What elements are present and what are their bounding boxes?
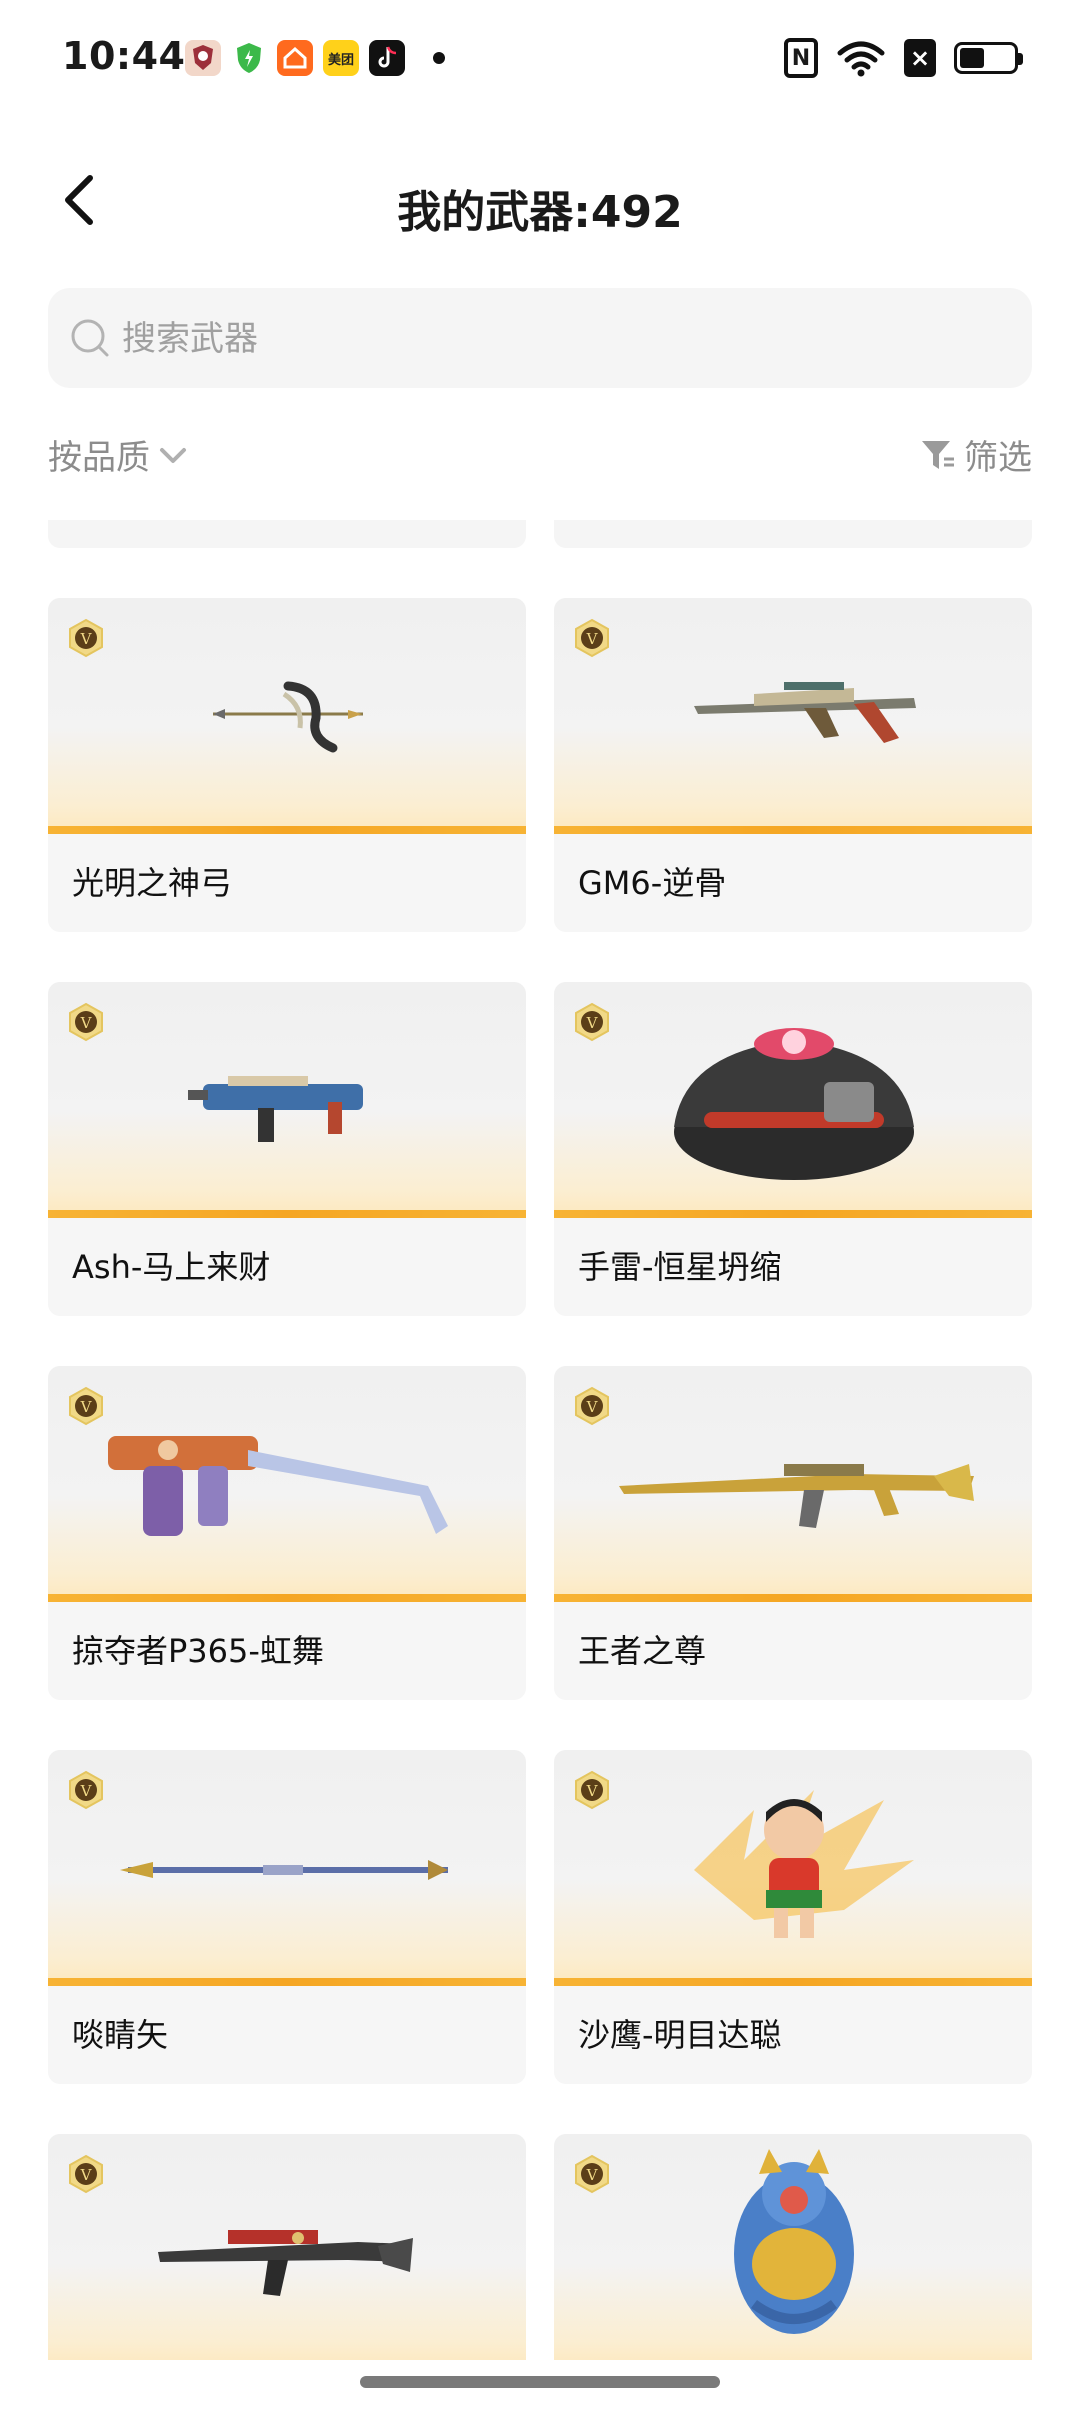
quality-v-badge-icon: V bbox=[575, 1386, 609, 1426]
svg-text:V: V bbox=[80, 1782, 93, 1800]
filter-label: 筛选 bbox=[964, 438, 1032, 478]
quality-v-badge-icon: V bbox=[575, 618, 609, 658]
status-time: 10:44 bbox=[62, 34, 186, 78]
meituan-icon: 美团 bbox=[323, 40, 359, 76]
weapon-card[interactable]: V 王者之尊 bbox=[554, 1366, 1032, 1700]
weapon-card[interactable]: V Ash-马上来财 bbox=[48, 982, 526, 1316]
weapon-card[interactable]: V 啖睛矢 bbox=[48, 1750, 526, 2084]
chevron-down-icon bbox=[160, 447, 186, 463]
weapon-name: 手雷-恒星坍缩 bbox=[578, 1248, 782, 1286]
weapon-image: V bbox=[554, 2134, 1032, 2360]
security-shield-icon bbox=[231, 40, 267, 76]
page-header: 我的武器:492 bbox=[0, 140, 1080, 260]
sort-by-quality-button[interactable]: 按品质 bbox=[48, 430, 190, 479]
quality-v-badge-icon: V bbox=[69, 1770, 103, 1810]
weapon-card[interactable]: V bbox=[48, 2134, 526, 2360]
weapon-name: 掠夺者P365-虹舞 bbox=[72, 1632, 324, 1670]
weapon-card[interactable]: V 掠夺者P365-虹舞 bbox=[48, 1366, 526, 1700]
sort-label: 按品质 bbox=[48, 438, 150, 478]
weapon-name: 沙鹰-明目达聪 bbox=[578, 2016, 782, 2054]
weapon-card[interactable]: V bbox=[554, 2134, 1032, 2360]
status-bar: 10:44 美团 N × bbox=[0, 0, 1080, 120]
weapon-card[interactable]: V 手雷-恒星坍缩 bbox=[554, 982, 1032, 1316]
wifi-icon bbox=[837, 41, 885, 77]
filter-button[interactable]: 筛选 bbox=[920, 430, 1032, 479]
search-input[interactable] bbox=[120, 288, 1004, 390]
game-app-icon bbox=[185, 40, 221, 76]
battery-icon bbox=[954, 42, 1023, 74]
home-app-icon bbox=[277, 40, 313, 76]
status-app-icons: 美团 bbox=[185, 40, 445, 76]
weapon-name: Ash-马上来财 bbox=[72, 1248, 271, 1286]
dragon-figure-icon bbox=[734, 2149, 854, 2334]
weapon-card[interactable]: V GM6-逆骨 bbox=[554, 598, 1032, 932]
filter-row: 按品质 筛选 bbox=[48, 430, 1032, 494]
quality-v-badge-icon: V bbox=[69, 1386, 103, 1426]
svg-text:V: V bbox=[80, 1398, 93, 1416]
weapon-name: GM6-逆骨 bbox=[578, 864, 727, 902]
svg-text:V: V bbox=[80, 630, 93, 648]
quality-v-badge-icon: V bbox=[575, 2154, 609, 2194]
pistol-stock-icon bbox=[108, 1436, 448, 1536]
page-title: 我的武器:492 bbox=[397, 187, 683, 238]
svg-text:V: V bbox=[586, 630, 599, 648]
smg-icon bbox=[188, 1076, 363, 1142]
partial-card-top-right[interactable] bbox=[554, 520, 1032, 548]
bow-icon bbox=[213, 681, 363, 753]
svg-text:V: V bbox=[586, 1014, 599, 1032]
filter-funnel-icon bbox=[922, 440, 954, 469]
weapon-name: 啖睛矢 bbox=[72, 2016, 169, 2054]
quality-v-badge-icon: V bbox=[69, 618, 103, 658]
search-bar[interactable] bbox=[48, 288, 1032, 390]
grenade-icon bbox=[674, 1028, 914, 1180]
calabash-brother-icon bbox=[694, 1790, 914, 1938]
nfc-icon: N bbox=[784, 38, 818, 78]
weapon-name: 王者之尊 bbox=[578, 1632, 707, 1670]
svg-text:V: V bbox=[586, 1782, 599, 1800]
weapon-image: V bbox=[554, 598, 1032, 834]
weapon-card[interactable]: V 光明之神弓 bbox=[48, 598, 526, 932]
weapon-image: V bbox=[554, 982, 1032, 1218]
notification-dot-icon bbox=[433, 52, 445, 64]
svg-text:V: V bbox=[586, 1398, 599, 1416]
svg-text:V: V bbox=[80, 2166, 93, 2184]
weapon-image: V bbox=[48, 1750, 526, 1986]
weapon-image: V bbox=[48, 2134, 526, 2360]
partial-card-top-left[interactable] bbox=[48, 520, 526, 548]
weapon-grid: V 光明之神弓 V GM6-逆骨 V Ash-马上来财 V 手雷-恒星坍缩 V … bbox=[0, 520, 1080, 2360]
weapon-image: V bbox=[48, 1366, 526, 1602]
sniper-rifle-icon bbox=[694, 682, 916, 743]
weapon-name: 光明之神弓 bbox=[72, 864, 233, 902]
quality-v-badge-icon: V bbox=[69, 2154, 103, 2194]
weapon-image: V bbox=[48, 982, 526, 1218]
quality-v-badge-icon: V bbox=[575, 1002, 609, 1042]
svg-text:V: V bbox=[80, 1014, 93, 1032]
quality-v-badge-icon: V bbox=[69, 1002, 103, 1042]
svg-text:V: V bbox=[586, 2166, 599, 2184]
home-indicator[interactable] bbox=[360, 2376, 720, 2388]
quality-v-badge-icon: V bbox=[575, 1770, 609, 1810]
weapon-image: V bbox=[554, 1366, 1032, 1602]
search-icon bbox=[71, 319, 109, 357]
status-system-icons: N × bbox=[784, 38, 1023, 78]
tiktok-icon bbox=[369, 40, 405, 76]
weapon-card[interactable]: V 沙鹰-明目达聪 bbox=[554, 1750, 1032, 2084]
assault-rifle-icon bbox=[158, 2230, 413, 2296]
weapon-image: V bbox=[48, 598, 526, 834]
golden-rifle-icon bbox=[619, 1464, 974, 1528]
no-sim-icon: × bbox=[904, 39, 936, 77]
weapon-image: V bbox=[554, 1750, 1032, 1986]
spear-icon bbox=[120, 1860, 448, 1880]
